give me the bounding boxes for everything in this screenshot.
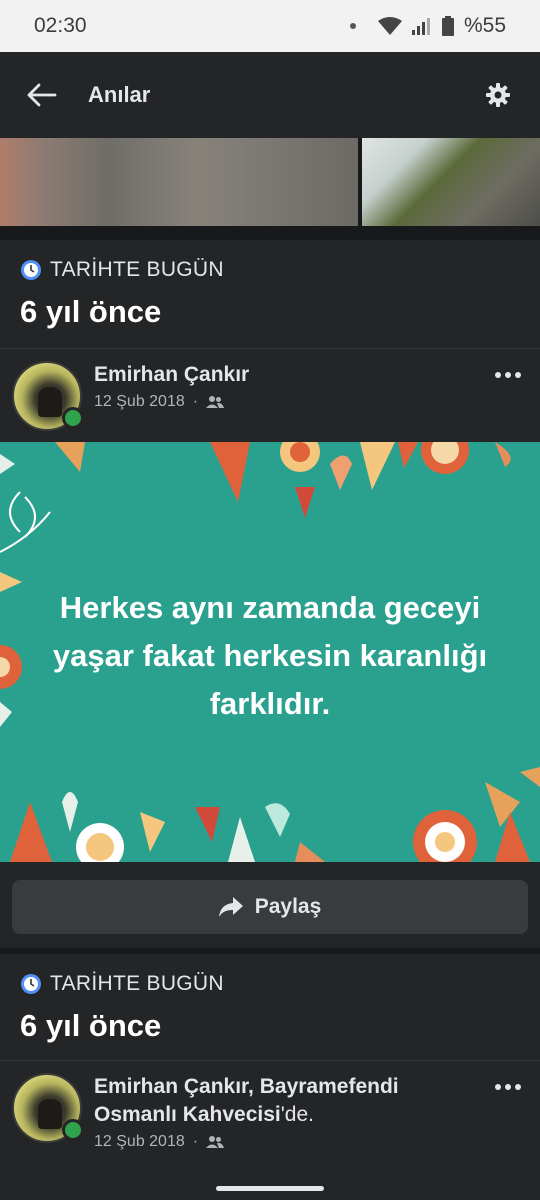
memory-photo[interactable] — [0, 138, 358, 226]
memory-label: TARİHTE BUGÜN — [50, 258, 224, 281]
post-author[interactable]: Emirhan Çankır — [94, 361, 488, 389]
share-button[interactable]: Paylaş — [12, 880, 528, 934]
battery-percent: %55 — [463, 14, 506, 37]
post-background-image[interactable]: Herkes aynı zamanda geceyi yaşar fakat h… — [0, 442, 540, 862]
post-actions: Paylaş — [0, 862, 540, 948]
app-bar: Anılar — [0, 52, 540, 138]
memory-photo[interactable] — [362, 138, 540, 226]
section-separator — [0, 226, 540, 240]
gesture-nav-handle[interactable] — [216, 1186, 324, 1191]
settings-button[interactable] — [478, 75, 518, 115]
more-options-button[interactable] — [488, 1073, 528, 1101]
back-button[interactable] — [22, 75, 62, 115]
notification-dot-icon — [349, 23, 356, 29]
gear-icon — [486, 83, 510, 107]
memory-label: TARİHTE BUGÜN — [50, 972, 224, 995]
checkin-place[interactable]: Osmanlı Kahvecisi — [94, 1103, 281, 1126]
post-date[interactable]: 12 Şub 2018 — [94, 1133, 185, 1151]
status-time: 02:30 — [34, 14, 87, 37]
status-bar: 02:30 %55 — [0, 0, 540, 52]
clock-icon — [21, 260, 41, 280]
memory-section-header: TARİHTE BUGÜN 6 yıl önce — [0, 954, 540, 1060]
post-date[interactable]: 12 Şub 2018 — [94, 393, 185, 411]
memory-section-header: TARİHTE BUGÜN 6 yıl önce — [0, 240, 540, 348]
friends-privacy-icon — [206, 1136, 225, 1148]
signal-icon — [411, 18, 430, 35]
previous-memory-photos — [0, 138, 540, 226]
friends-privacy-icon — [206, 396, 225, 408]
post-header: Emirhan Çankır, Bayramefendi Osmanlı Kah… — [0, 1060, 540, 1200]
battery-icon — [441, 16, 454, 36]
post-quote-text: Herkes aynı zamanda geceyi yaşar fakat h… — [52, 590, 488, 721]
online-status-icon — [62, 1119, 84, 1141]
avatar[interactable] — [12, 1073, 84, 1143]
post-header: Emirhan Çankır 12 Şub 2018 · — [0, 348, 540, 442]
clock-icon — [21, 974, 41, 994]
share-button-label: Paylaş — [254, 895, 322, 918]
share-arrow-icon — [218, 897, 243, 917]
avatar[interactable] — [12, 361, 84, 431]
online-status-icon — [62, 407, 84, 429]
memory-years-ago: 6 yıl önce — [20, 1008, 162, 1043]
page-title: Anılar — [88, 82, 151, 107]
status-icons: %55 — [349, 14, 506, 38]
checkin-suffix: 'de. — [280, 1103, 314, 1126]
more-options-button[interactable] — [488, 361, 528, 389]
memory-years-ago: 6 yıl önce — [20, 294, 162, 329]
back-arrow-icon — [27, 83, 57, 107]
post-author[interactable]: Emirhan Çankır, Bayramefendi — [94, 1073, 488, 1101]
wifi-icon — [377, 17, 402, 35]
